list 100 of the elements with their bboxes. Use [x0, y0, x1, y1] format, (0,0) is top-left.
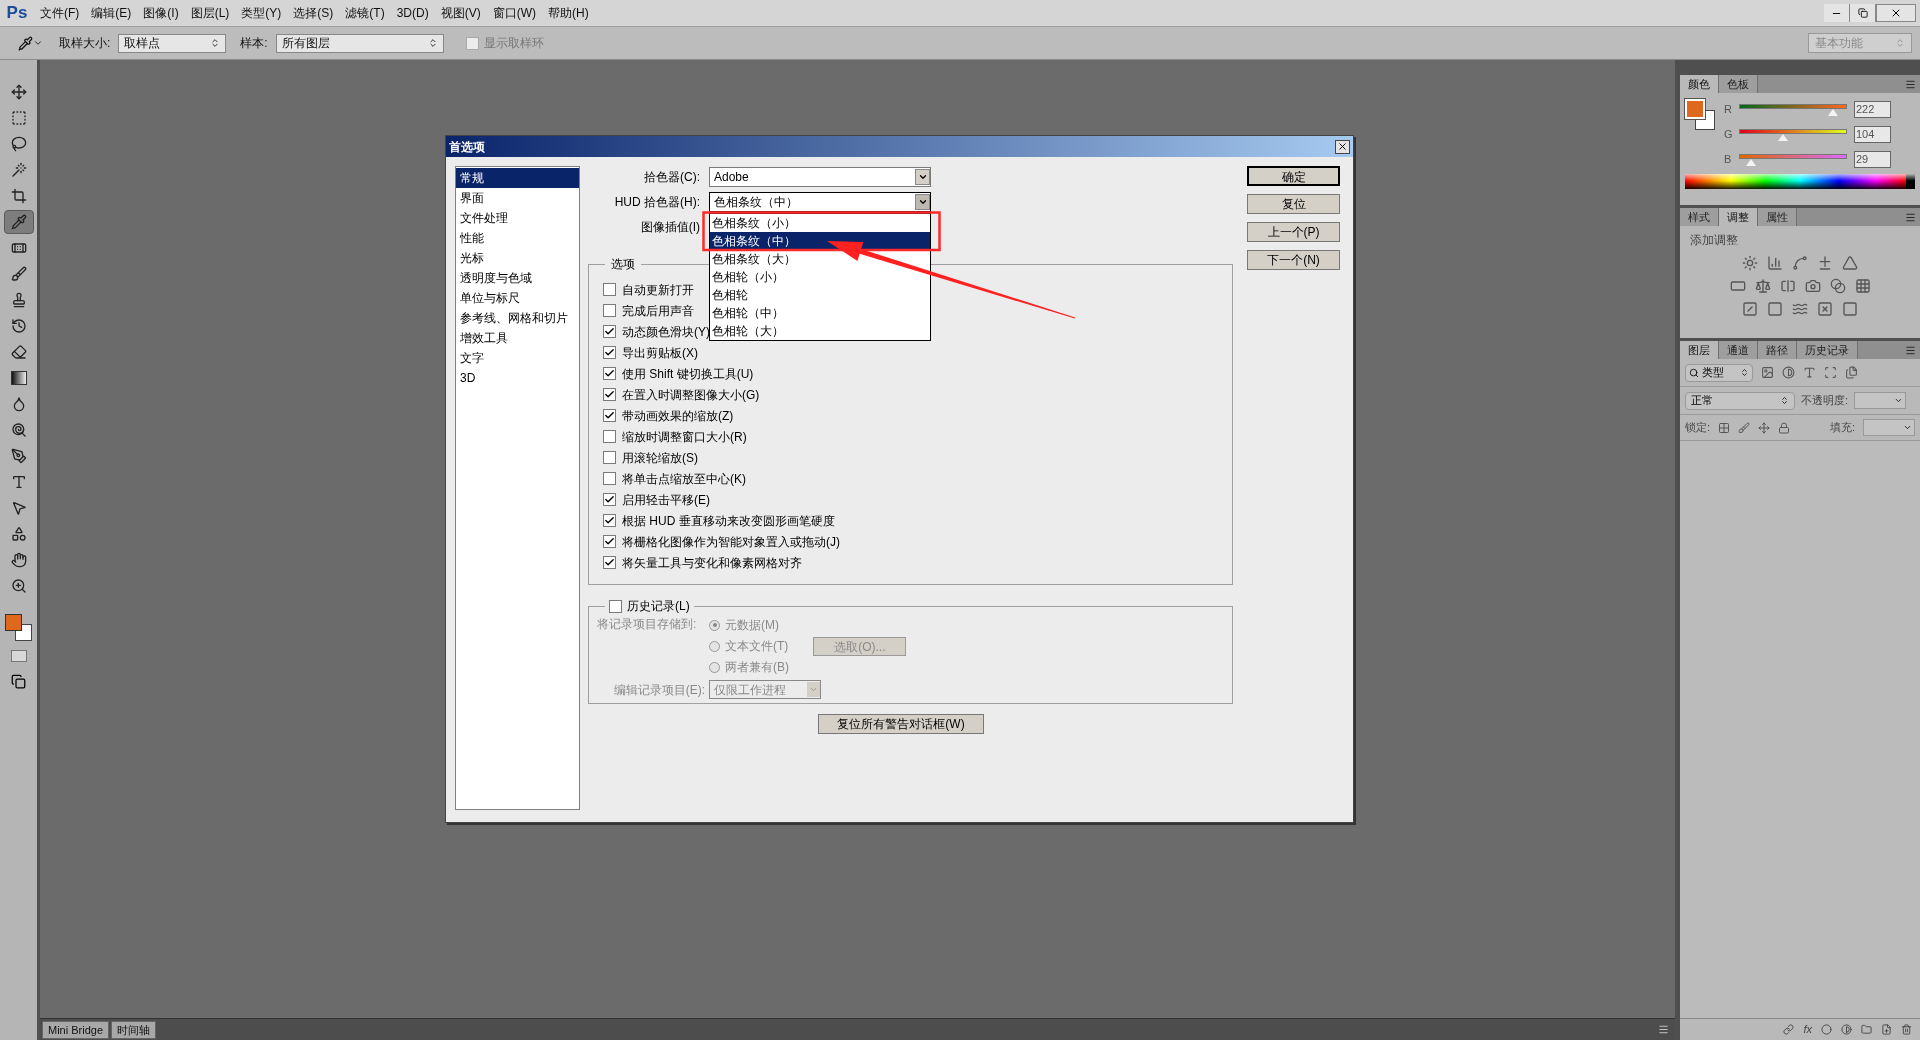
- filter-select[interactable]: 类型: [1685, 363, 1753, 382]
- x-square-icon[interactable]: [1817, 301, 1833, 317]
- screen-mode-button[interactable]: [11, 674, 26, 689]
- half-circle-icon[interactable]: [1841, 1024, 1852, 1035]
- square-icon[interactable]: [1842, 301, 1858, 317]
- channel-value-field[interactable]: 104: [1854, 126, 1891, 143]
- slider-thumb[interactable]: [1827, 108, 1838, 116]
- color-spectrum-bar[interactable]: [1685, 174, 1915, 189]
- move-icon[interactable]: [1758, 421, 1771, 434]
- trash-icon[interactable]: [1901, 1024, 1912, 1035]
- fill-field[interactable]: [1863, 419, 1915, 436]
- category-item[interactable]: 常规: [456, 168, 579, 188]
- new-layer-icon[interactable]: [1881, 1024, 1892, 1035]
- checkbox[interactable]: [603, 535, 616, 548]
- dropdown-option[interactable]: 色相轮: [710, 286, 930, 304]
- triangle-icon[interactable]: [1842, 255, 1858, 271]
- dropdown-option[interactable]: 色相条纹（中）: [710, 232, 930, 250]
- panel-tab[interactable]: 色板: [1719, 75, 1758, 93]
- checkbox[interactable]: [603, 325, 616, 338]
- dialog-button[interactable]: 上一个(P): [1247, 222, 1340, 242]
- panel-tab[interactable]: 路径: [1758, 341, 1797, 359]
- menu-item[interactable]: 图层(L): [184, 4, 236, 22]
- menu-item[interactable]: 类型(Y): [235, 4, 288, 22]
- menu-item[interactable]: 图像(I): [137, 4, 185, 22]
- type-icon[interactable]: [1803, 366, 1816, 379]
- menu-item[interactable]: 帮助(H): [542, 4, 595, 22]
- rectangle-icon[interactable]: [1729, 278, 1746, 294]
- menu-item[interactable]: 窗口(W): [486, 4, 542, 22]
- color-slider[interactable]: [1739, 103, 1847, 118]
- checkbox[interactable]: [603, 367, 616, 380]
- dialog-button[interactable]: 确定: [1247, 166, 1340, 186]
- slider-thumb[interactable]: [1745, 158, 1756, 166]
- menu-item[interactable]: 视图(V): [434, 4, 487, 22]
- panel-menu-icon[interactable]: [1658, 1024, 1669, 1035]
- menu-item[interactable]: 选择(S): [287, 4, 340, 22]
- grid-icon[interactable]: [1854, 278, 1871, 294]
- slider-thumb[interactable]: [1778, 133, 1789, 141]
- category-item[interactable]: 文件处理: [456, 208, 579, 228]
- image-icon[interactable]: [1761, 366, 1774, 379]
- eyedropper-tool[interactable]: [3, 210, 34, 234]
- quick-mask-icon[interactable]: [10, 650, 27, 662]
- files-icon[interactable]: [1845, 366, 1858, 379]
- panel-menu-icon[interactable]: [1905, 212, 1916, 223]
- slashed-square-icon[interactable]: [1742, 301, 1758, 317]
- channel-value-field[interactable]: 29: [1854, 151, 1891, 168]
- menu-item[interactable]: 文件(F): [34, 4, 86, 22]
- dropdown-option[interactable]: 色相条纹（大）: [710, 250, 930, 268]
- wave-icon[interactable]: [1792, 301, 1808, 317]
- brush-icon[interactable]: [1738, 421, 1751, 434]
- dropdown-option[interactable]: 色相条纹（小）: [710, 214, 930, 232]
- dropdown-option[interactable]: 色相轮（中）: [710, 304, 930, 322]
- menu-item[interactable]: 3D(D): [390, 4, 435, 22]
- bottom-tab[interactable]: Mini Bridge: [42, 1020, 110, 1039]
- effects-button[interactable]: fx: [1803, 1021, 1812, 1038]
- checkbox[interactable]: [603, 409, 616, 422]
- category-item[interactable]: 参考线、网格和切片: [456, 308, 579, 328]
- menu-item[interactable]: 编辑(E): [85, 4, 138, 22]
- checker-icon[interactable]: [1718, 421, 1731, 434]
- checkbox[interactable]: [603, 451, 616, 464]
- color-swatches[interactable]: [1685, 99, 1716, 131]
- category-item[interactable]: 增效工具: [456, 328, 579, 348]
- square-icon[interactable]: [1767, 301, 1783, 317]
- color-slider[interactable]: [1739, 153, 1847, 168]
- checkbox[interactable]: [603, 346, 616, 359]
- menu-item[interactable]: 滤镜(T): [339, 4, 391, 22]
- bounding-box-icon[interactable]: [1824, 366, 1837, 379]
- category-item[interactable]: 文字: [456, 348, 579, 368]
- category-item[interactable]: 3D: [456, 368, 579, 388]
- panel-tab[interactable]: 通道: [1719, 341, 1758, 359]
- sample-select[interactable]: 所有图层: [275, 33, 444, 53]
- histogram-icon[interactable]: [1767, 255, 1783, 271]
- panel-tab[interactable]: 图层: [1680, 341, 1719, 359]
- sample-size-select[interactable]: 取样点: [118, 33, 227, 53]
- color-slider[interactable]: [1739, 128, 1847, 143]
- panel-menu-icon[interactable]: [1905, 345, 1916, 356]
- category-item[interactable]: 透明度与色域: [456, 268, 579, 288]
- panel-tab[interactable]: 属性: [1758, 208, 1797, 226]
- checkbox[interactable]: [603, 472, 616, 485]
- category-item[interactable]: 界面: [456, 188, 579, 208]
- category-item[interactable]: 性能: [456, 228, 579, 248]
- checkbox[interactable]: [603, 304, 616, 317]
- checkbox[interactable]: [603, 430, 616, 443]
- channel-value-field[interactable]: 222: [1854, 101, 1891, 118]
- category-item[interactable]: 单位与标尺: [456, 288, 579, 308]
- plus-minus-icon[interactable]: [1817, 255, 1833, 271]
- dropdown-option[interactable]: 色相轮（大）: [710, 322, 930, 340]
- sun-icon[interactable]: [1742, 255, 1758, 271]
- dropdown-select[interactable]: Adobe: [709, 167, 931, 187]
- checkbox[interactable]: [603, 556, 616, 569]
- folder-icon[interactable]: [1861, 1024, 1872, 1035]
- circle-icon[interactable]: [1821, 1024, 1832, 1035]
- panel-tab[interactable]: 调整: [1719, 208, 1758, 226]
- half-circle-icon[interactable]: [1782, 366, 1795, 379]
- close-button[interactable]: [1335, 139, 1350, 154]
- half-square-icon[interactable]: [1779, 278, 1796, 294]
- camera-icon[interactable]: [1804, 278, 1821, 294]
- restore-button[interactable]: [1850, 4, 1876, 22]
- overlapping-circles-icon[interactable]: [1829, 278, 1846, 294]
- curve-icon[interactable]: [1792, 255, 1808, 271]
- panel-tab[interactable]: 颜色: [1680, 75, 1719, 93]
